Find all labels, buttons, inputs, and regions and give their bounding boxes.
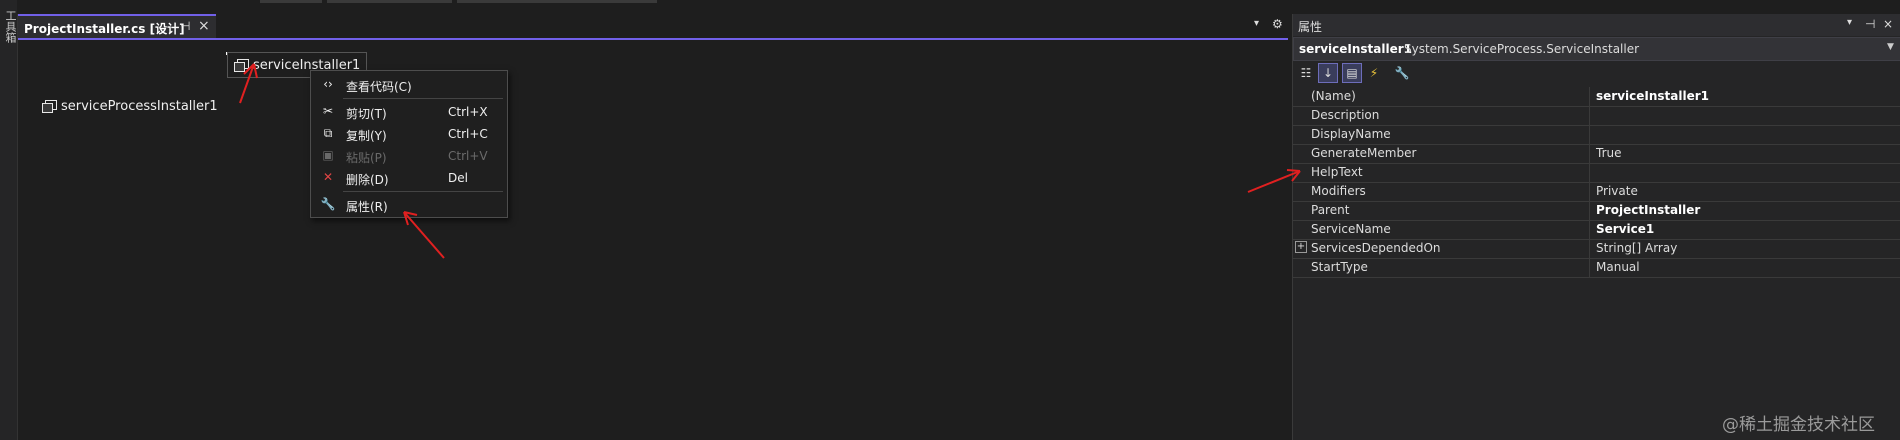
close-icon[interactable]: ×	[198, 18, 210, 34]
property-row[interactable]: Parent ProjectInstaller	[1293, 201, 1900, 221]
property-name: StartType	[1311, 260, 1368, 274]
property-name: ServicesDependedOn	[1311, 241, 1441, 255]
toolbox-strip[interactable]: 工具箱	[0, 0, 18, 440]
property-row[interactable]: StartType Manual	[1293, 258, 1900, 278]
chevron-down-icon[interactable]: ▼	[1887, 42, 1894, 52]
copy-icon: ⧉	[323, 126, 333, 140]
property-name: GenerateMember	[1311, 146, 1417, 160]
gear-icon[interactable]: ⚙	[1272, 17, 1283, 31]
events-icon[interactable]: ⚡	[1365, 64, 1383, 82]
menu-item-label: 查看代码(C)	[346, 80, 412, 94]
categorized-icon[interactable]: ☷	[1297, 64, 1315, 82]
property-pages-icon[interactable]: 🔧	[1393, 64, 1411, 82]
property-name: DisplayName	[1311, 127, 1391, 141]
property-value[interactable]: True	[1589, 144, 1900, 163]
menu-item-label: 剪切(T)	[346, 107, 387, 121]
property-name: HelpText	[1311, 165, 1363, 179]
property-row[interactable]: Modifiers Private	[1293, 182, 1900, 202]
properties-panel-header: 属性 ▾ ⊣ ×	[1293, 14, 1900, 36]
object-type: System.ServiceProcess.ServiceInstaller	[1404, 42, 1640, 56]
menu-item-cut[interactable]: ✂ 剪切(T) Ctrl+X	[311, 102, 507, 122]
property-row[interactable]: DisplayName	[1293, 125, 1900, 145]
property-row[interactable]: ServiceName Service1	[1293, 220, 1900, 240]
menu-item-view-code[interactable]: ‹› 查看代码(C)	[311, 75, 507, 95]
document-tab-title[interactable]: ProjectInstaller.cs [设计]	[24, 20, 185, 37]
component-icon	[234, 59, 249, 72]
object-name: serviceInstaller1	[1299, 42, 1413, 56]
properties-panel: 属性 ▾ ⊣ × serviceInstaller1 System.Servic…	[1292, 14, 1900, 440]
property-name: (Name)	[1311, 89, 1356, 103]
property-row[interactable]: (Name) serviceInstaller1	[1293, 87, 1900, 107]
property-value[interactable]: ProjectInstaller	[1589, 201, 1900, 220]
menu-item-shortcut: Ctrl+C	[448, 127, 488, 141]
property-row[interactable]: Description	[1293, 106, 1900, 126]
menu-item-label: 复制(Y)	[346, 129, 387, 143]
close-icon[interactable]: ×	[1883, 17, 1893, 31]
properties-toolbar: ☷ ↓ ▤ ⚡ 🔧	[1293, 61, 1900, 85]
menu-item-copy[interactable]: ⧉ 复制(Y) Ctrl+C	[311, 124, 507, 144]
pin-icon[interactable]: ⊣	[1865, 17, 1875, 31]
property-value[interactable]: Manual	[1589, 258, 1900, 277]
property-value[interactable]	[1589, 163, 1900, 182]
menu-item-shortcut: Del	[448, 171, 468, 185]
property-value[interactable]: String[] Array	[1589, 239, 1900, 258]
pin-icon[interactable]: ⊣	[180, 19, 190, 33]
properties-icon[interactable]: ▤	[1342, 63, 1362, 83]
property-row[interactable]: + ServicesDependedOn String[] Array	[1293, 239, 1900, 259]
toolbar-segment	[327, 0, 452, 3]
document-tab[interactable]: ProjectInstaller.cs [设计] ⊣ ×	[18, 14, 216, 38]
component-icon	[42, 100, 57, 113]
property-name: Description	[1311, 108, 1380, 122]
delete-icon: ✕	[322, 170, 334, 184]
menu-item-properties[interactable]: 🔧 属性(R)	[311, 195, 507, 215]
toolbar-segment	[457, 0, 657, 3]
property-name: Modifiers	[1311, 184, 1366, 198]
menu-separator	[343, 98, 503, 99]
menu-separator	[343, 191, 503, 192]
menu-item-shortcut: Ctrl+X	[448, 105, 488, 119]
toolbox-label[interactable]: 工具箱	[2, 10, 18, 43]
document-tab-bar: ProjectInstaller.cs [设计] ⊣ × ▾ ⚙	[18, 14, 1288, 40]
menu-item-shortcut: Ctrl+V	[448, 149, 488, 163]
object-selector[interactable]: serviceInstaller1 System.ServiceProcess.…	[1293, 37, 1900, 61]
property-value[interactable]	[1589, 125, 1900, 144]
menu-item-label: 粘贴(P)	[346, 151, 387, 165]
scissors-icon: ✂	[322, 104, 334, 118]
properties-panel-title: 属性	[1298, 20, 1323, 34]
component-label: serviceProcessInstaller1	[61, 98, 218, 114]
tab-dropdown-icon[interactable]: ▾	[1254, 18, 1259, 29]
panel-dropdown-icon[interactable]: ▾	[1847, 17, 1852, 28]
property-row[interactable]: HelpText	[1293, 163, 1900, 183]
wrench-icon: 🔧	[320, 197, 336, 211]
property-name: Parent	[1311, 203, 1350, 217]
menu-item-delete[interactable]: ✕ 删除(D) Del	[311, 168, 507, 188]
property-value[interactable]: Private	[1589, 182, 1900, 201]
menu-item-paste: ▣ 粘贴(P) Ctrl+V	[311, 146, 507, 166]
menu-item-label: 删除(D)	[346, 173, 389, 187]
property-value[interactable]: Service1	[1589, 220, 1900, 239]
property-name: ServiceName	[1311, 222, 1391, 236]
toolbar-segment	[260, 0, 322, 3]
expand-icon[interactable]: +	[1295, 241, 1307, 253]
watermark: @稀土掘金技术社区	[1722, 415, 1875, 435]
property-row[interactable]: GenerateMember True	[1293, 144, 1900, 164]
context-menu: ‹› 查看代码(C) ✂ 剪切(T) Ctrl+X ⧉ 复制(Y) Ctrl+C…	[310, 70, 508, 218]
top-toolbar-strip	[17, 0, 1900, 14]
component-service-process-installer[interactable]: serviceProcessInstaller1	[42, 96, 218, 116]
paste-icon: ▣	[322, 148, 334, 162]
designer-surface[interactable]: serviceInstaller1 serviceProcessInstalle…	[18, 40, 1288, 440]
code-icon: ‹›	[323, 77, 333, 91]
alphabetical-icon[interactable]: ↓	[1318, 63, 1338, 83]
property-value[interactable]	[1589, 106, 1900, 125]
menu-item-label: 属性(R)	[346, 200, 388, 214]
property-value[interactable]: serviceInstaller1	[1589, 87, 1900, 106]
